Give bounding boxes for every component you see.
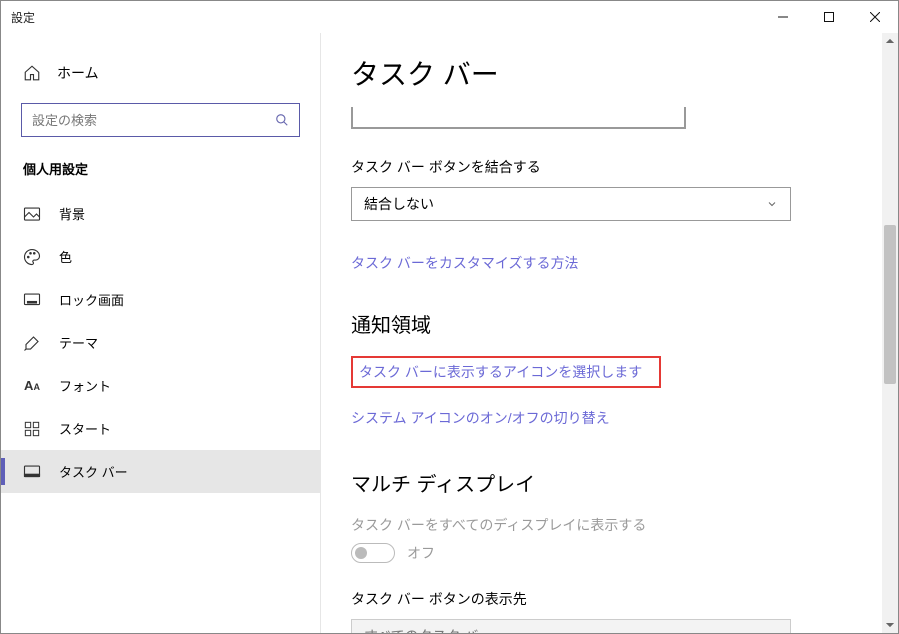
sidebar-item-colors[interactable]: 色 [1,235,320,278]
picture-icon [23,205,41,223]
sidebar-item-themes[interactable]: テーマ [1,321,320,364]
maximize-icon [824,12,834,22]
sidebar-item-taskbar[interactable]: タスク バー [1,450,320,493]
search-box[interactable] [21,103,300,137]
combine-label: タスク バー ボタンを結合する [351,157,858,177]
home-button[interactable]: ホーム [1,57,320,97]
sidebar-item-label: フォント [59,376,111,395]
close-icon [870,12,880,22]
grid-icon [23,420,41,438]
sidebar-item-label: ロック画面 [59,290,124,309]
sidebar-item-lockscreen[interactable]: ロック画面 [1,278,320,321]
home-label: ホーム [57,63,99,83]
minimize-icon [778,12,788,22]
titlebar: 設定 [1,1,898,33]
notification-links: タスク バーに表示するアイコンを選択します システム アイコンのオン/オフの切り… [351,356,858,428]
search-icon [275,113,289,127]
sidebar: ホーム 個人用設定 背景 色 [1,33,321,633]
partial-cut-control [351,107,686,129]
scroll-up-button[interactable] [882,33,898,49]
window-title: 設定 [11,9,35,26]
sidebar-item-start[interactable]: スタート [1,407,320,450]
toggle-state-label: オフ [407,543,435,563]
highlighted-link-box: タスク バーに表示するアイコンを選択します [351,356,661,388]
sidebar-item-background[interactable]: 背景 [1,192,320,235]
main-scroll[interactable]: タスク バー タスク バー ボタンを結合する 結合しない タスク バーをカスタマ… [321,33,898,633]
nav-list: 背景 色 ロック画面 テーマ AA フォント [1,192,320,493]
vertical-scrollbar[interactable] [882,33,898,633]
combine-select[interactable]: 結合しない [351,187,791,221]
multi-display-section-title: マルチ ディスプレイ [351,468,858,497]
search-input[interactable] [32,113,275,128]
select-icons-link[interactable]: タスク バーに表示するアイコンを選択します [359,362,642,382]
scroll-track[interactable] [882,49,898,617]
combine-value: 結合しない [364,194,434,214]
close-button[interactable] [852,1,898,33]
category-title: 個人用設定 [1,159,320,192]
system-icons-link[interactable]: システム アイコンのオン/オフの切り替え [351,408,858,428]
lockscreen-icon [23,291,41,309]
brush-icon [23,334,41,352]
multi-display-label: タスク バーをすべてのディスプレイに表示する [351,515,858,535]
button-location-value: すべてのタスク バー [364,626,492,633]
sidebar-item-fonts[interactable]: AA フォント [1,364,320,407]
sidebar-item-label: 色 [59,247,72,266]
chevron-down-icon [766,630,778,633]
multi-display-toggle[interactable] [351,543,395,563]
body: ホーム 個人用設定 背景 色 [1,33,898,633]
chevron-down-icon [766,198,778,210]
minimize-button[interactable] [760,1,806,33]
maximize-button[interactable] [806,1,852,33]
search-wrap [21,103,300,137]
sidebar-item-label: 背景 [59,204,85,223]
font-icon: AA [23,377,41,395]
settings-window: 設定 ホーム [0,0,899,634]
multi-display-toggle-row: オフ [351,543,858,563]
window-controls [760,1,898,33]
sidebar-item-label: スタート [59,419,111,438]
button-location-select[interactable]: すべてのタスク バー [351,619,791,633]
page-title: タスク バー [351,53,858,93]
sidebar-item-label: テーマ [59,333,98,352]
taskbar-icon [23,463,41,481]
sidebar-item-label: タスク バー [59,462,128,481]
button-location-label: タスク バー ボタンの表示先 [351,589,858,609]
notification-section-title: 通知領域 [351,309,858,338]
customize-link[interactable]: タスク バーをカスタマイズする方法 [351,253,578,273]
scroll-thumb[interactable] [884,225,896,384]
home-icon [23,64,41,82]
palette-icon [23,248,41,266]
main-area: タスク バー タスク バー ボタンを結合する 結合しない タスク バーをカスタマ… [321,33,898,633]
scroll-down-button[interactable] [882,617,898,633]
